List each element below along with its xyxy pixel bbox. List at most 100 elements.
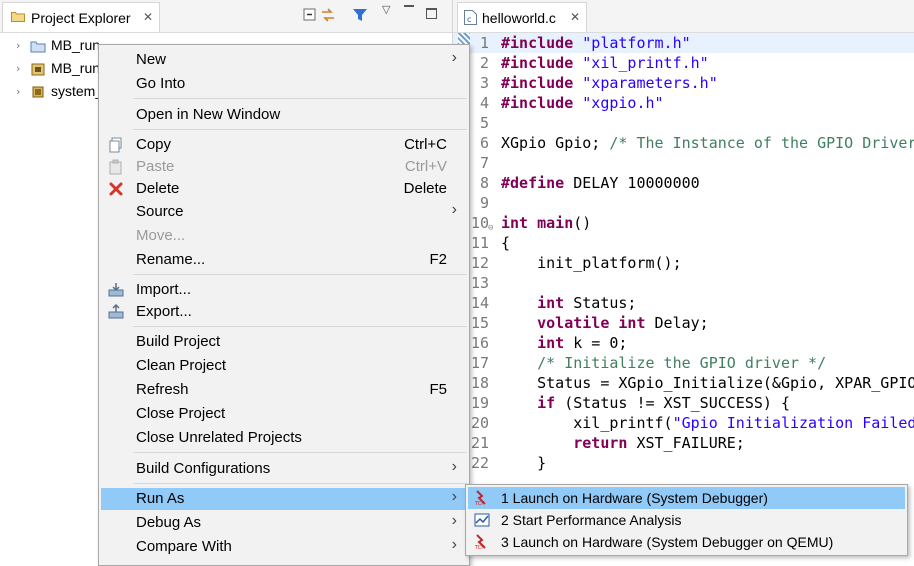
code-token: { (501, 234, 511, 252)
code-token: XGpio Gpio; (501, 134, 610, 152)
menu-item-new[interactable]: New › (101, 49, 467, 71)
menu-item-clean-project[interactable]: Clean Project (101, 355, 467, 377)
menu-item-debug-as[interactable]: Debug As › (101, 512, 467, 534)
code-line[interactable]: 8 #define DELAY 10000000 (453, 173, 914, 193)
menu-item-paste[interactable]: Paste Ctrl+V (101, 156, 467, 178)
menu-item-label: Move... (136, 227, 186, 244)
menu-item-label: Close Project (136, 405, 226, 422)
code-line[interactable]: 1 #include "platform.h" (453, 33, 914, 53)
menu-item-close-project[interactable]: Close Project (101, 403, 467, 425)
menu-item-refresh[interactable]: Refresh F5 (101, 379, 467, 401)
code-token: /* The Instance of the GPIO Driver (609, 134, 914, 152)
submenu-arrow-icon: › (451, 536, 457, 553)
code-line[interactable]: 11 { (453, 233, 914, 253)
line-number: 22 (470, 454, 489, 472)
code-token: int (501, 214, 529, 232)
tcf-launch-icon: TCF (474, 534, 486, 550)
line-text: #include "xparameters.h" (501, 73, 718, 93)
menu-item-run-as[interactable]: Run As › (101, 488, 467, 510)
tree-item-project[interactable]: › MB_run (0, 58, 100, 80)
code-editor: c helloworld.c ✕ 1 #include "platform.h" 2… (453, 0, 914, 549)
link-with-editor-icon[interactable] (320, 7, 336, 23)
code-line[interactable]: 12 init_platform(); (453, 253, 914, 273)
code-token: xil_printf( (501, 414, 673, 432)
tab-project-explorer[interactable]: Project Explorer ✕ (2, 2, 160, 32)
chevron-right-icon[interactable]: › (16, 39, 20, 52)
chevron-right-icon[interactable]: › (16, 62, 20, 75)
code-line[interactable]: 13 (453, 273, 914, 293)
menu-item-copy[interactable]: Copy Ctrl+C (101, 134, 467, 156)
svg-text:TCF: TCF (474, 545, 484, 550)
code-line[interactable]: 14 int Status; (453, 293, 914, 313)
code-line[interactable]: 21 return XST_FAILURE; (453, 433, 914, 453)
export-icon (108, 304, 124, 319)
context-menu: New › Go Into Open in New Window Copy Ct… (98, 44, 470, 566)
tree-item-label: MB_run (51, 60, 101, 76)
collapse-all-icon[interactable] (302, 7, 318, 23)
svg-text:c: c (467, 15, 471, 24)
code-token: "Gpio Initialization Failed (672, 414, 914, 432)
filter-icon[interactable] (352, 7, 368, 23)
menu-item-import[interactable]: Import... (101, 279, 467, 301)
menu-item-source[interactable]: Source › (101, 201, 467, 223)
tree-item-project[interactable]: › system_ (0, 81, 103, 103)
code-line[interactable]: 7 (453, 153, 914, 173)
code-line[interactable]: 17 /* Initialize the GPIO driver */ (453, 353, 914, 373)
line-number: 8 (479, 174, 489, 192)
code-line[interactable]: 6 XGpio Gpio; /* The Instance of the GPIO… (453, 133, 914, 153)
menu-item-build-project[interactable]: Build Project (101, 331, 467, 353)
menu-item-close-unrelated-projects[interactable]: Close Unrelated Projects (101, 427, 467, 449)
code-line[interactable]: 9 (453, 193, 914, 213)
code-line[interactable]: 5 (453, 113, 914, 133)
submenu-item-launch-qemu[interactable]: TCF 3 Launch on Hardware (System Debugge… (468, 531, 905, 553)
submenu-item-launch-hardware[interactable]: TCF 1 Launch on Hardware (System Debugge… (468, 487, 905, 509)
menu-item-move[interactable]: Move... (101, 225, 467, 247)
submenu-item-performance-analysis[interactable]: 2 Start Performance Analysis (468, 509, 905, 531)
line-text: return XST_FAILURE; (501, 433, 745, 453)
menu-item-delete[interactable]: Delete Delete (101, 178, 467, 200)
menu-item-label: Go Into (136, 75, 186, 92)
close-icon[interactable]: ✕ (143, 10, 153, 24)
code-line[interactable]: 15 volatile int Delay; (453, 313, 914, 333)
tree-item-project[interactable]: › MB_run (0, 35, 100, 57)
menu-item-shortcut: Ctrl+V (404, 158, 447, 175)
menu-item-compare-with[interactable]: Compare With › (101, 536, 467, 558)
line-text: } (501, 453, 546, 473)
line-number: 10 (470, 214, 489, 232)
code-token: int (537, 294, 565, 312)
menu-separator (133, 483, 467, 484)
code-line[interactable]: 4 #include "xgpio.h" (453, 93, 914, 113)
submenu-arrow-icon: › (451, 512, 457, 529)
code-line[interactable]: 20 xil_printf("Gpio Initialization Faile… (453, 413, 914, 433)
menu-item-label: Close Unrelated Projects (136, 429, 302, 446)
menu-item-label: Paste (136, 158, 175, 175)
view-menu-icon[interactable]: ▽ (382, 3, 390, 16)
menu-item-rename[interactable]: Rename... F2 (101, 249, 467, 271)
menu-item-open-in-new-window[interactable]: Open in New Window (101, 104, 467, 126)
code-line[interactable]: 3 #include "xparameters.h" (453, 73, 914, 93)
close-icon[interactable]: ✕ (570, 10, 580, 24)
menu-item-label: Clean Project (136, 357, 227, 374)
menu-item-export[interactable]: Export... (101, 301, 467, 323)
code-line[interactable]: 2 #include "xil_printf.h" (453, 53, 914, 73)
code-line[interactable]: 19 if (Status != XST_SUCCESS) { (453, 393, 914, 413)
minimize-icon[interactable] (404, 5, 414, 9)
maximize-icon[interactable] (426, 8, 437, 19)
chevron-right-icon[interactable]: › (16, 85, 20, 98)
tab-helloworld-c[interactable]: c helloworld.c ✕ (457, 2, 587, 32)
menu-item-shortcut: F2 (429, 251, 447, 268)
code-token: /* Initialize the GPIO driver */ (537, 354, 827, 372)
menu-item-build-configurations[interactable]: Build Configurations › (101, 458, 467, 480)
code-line[interactable]: 10 ⊖ int main() (453, 213, 914, 233)
code-line[interactable]: 16 int k = 0; (453, 333, 914, 353)
line-number: 5 (479, 114, 489, 132)
line-text: int main() (501, 213, 591, 233)
code-line[interactable]: 18 Status = XGpio_Initialize(&Gpio, XPAR… (453, 373, 914, 393)
line-number: 1 (479, 34, 489, 52)
menu-separator (133, 129, 467, 130)
line-number: 9 (479, 194, 489, 212)
menu-item-go-into[interactable]: Go Into (101, 73, 467, 95)
menu-item-shortcut: Ctrl+C (404, 136, 447, 153)
code-line[interactable]: 22 } (453, 453, 914, 473)
